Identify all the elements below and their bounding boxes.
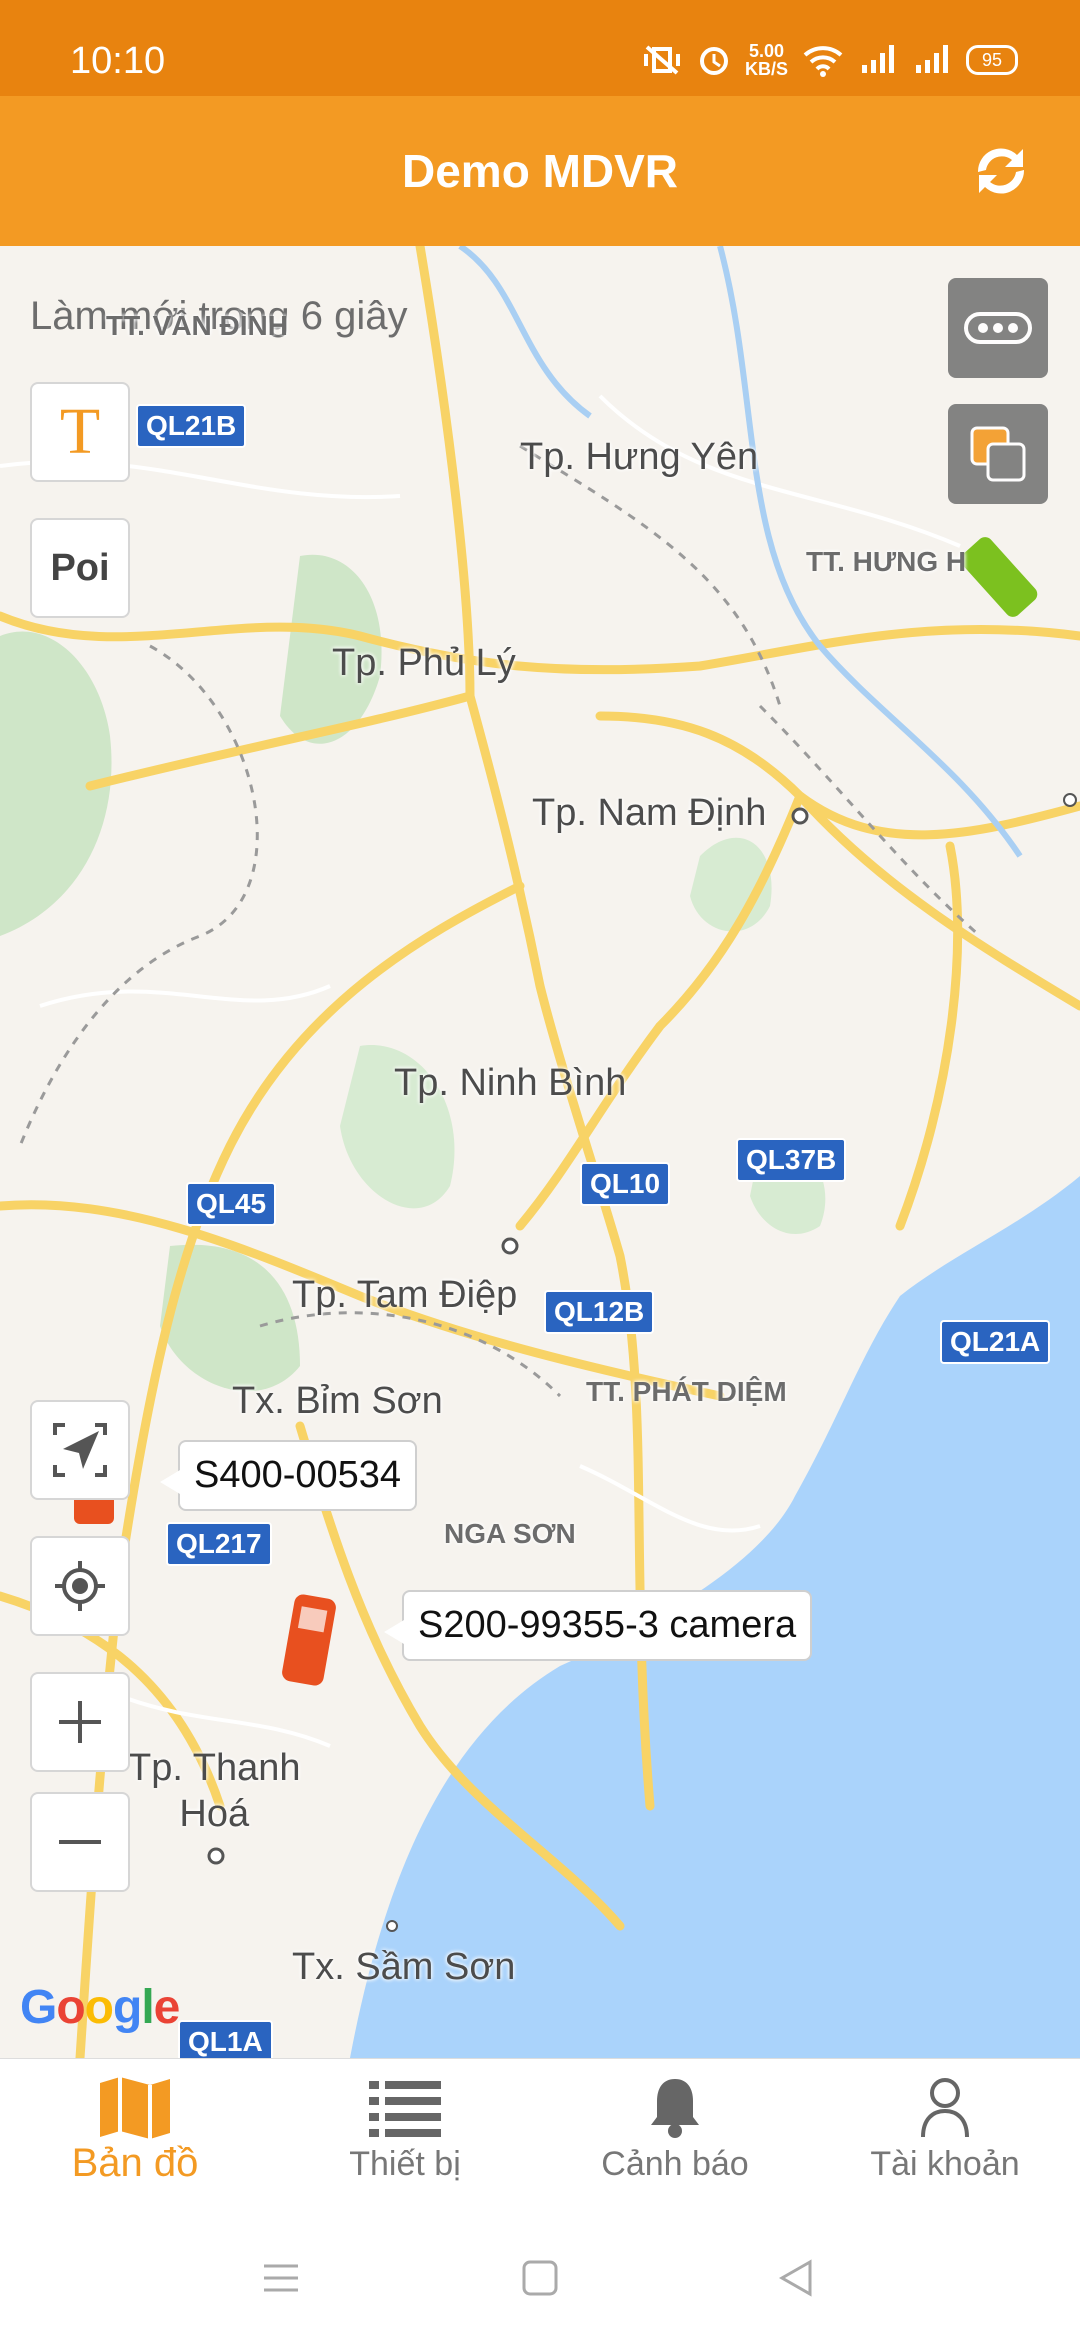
place-phat-diem: TT. PHÁT DIỆM xyxy=(586,1376,787,1407)
vehicle-label-s200[interactable]: S200-99355-3 camera xyxy=(383,1590,813,1661)
vehicle-label-s400[interactable]: S400-00534 xyxy=(159,1440,418,1511)
tab-devices[interactable]: Thiết bị xyxy=(270,2059,540,2209)
tab-account[interactable]: Tài khoản xyxy=(810,2059,1080,2209)
signal-icon xyxy=(862,45,894,73)
road-ql10: QL10 xyxy=(580,1162,671,1206)
my-location-button[interactable] xyxy=(30,1536,130,1636)
tab-account-label: Tài khoản xyxy=(870,2145,1020,2183)
navigation-icon xyxy=(53,1423,107,1477)
text-tool-label: T xyxy=(59,395,101,468)
minus-icon xyxy=(59,1840,101,1844)
road-ql21a: QL21A xyxy=(940,1320,1051,1364)
app-header: Demo MDVR xyxy=(0,96,1080,246)
home-icon[interactable] xyxy=(520,2258,560,2298)
place-bim-son: Tx. Bỉm Sơn xyxy=(232,1380,443,1422)
back-icon[interactable] xyxy=(776,2258,816,2298)
layers-button[interactable] xyxy=(948,404,1048,504)
more-icon xyxy=(964,312,1032,344)
place-hung-yen: Tp. Hưng Yên xyxy=(520,436,759,478)
list-icon xyxy=(369,2081,441,2137)
bell-icon xyxy=(651,2079,699,2138)
road-ql37b: QL37B xyxy=(736,1138,847,1182)
layers-icon xyxy=(970,426,1026,482)
poi-label: Poi xyxy=(50,546,110,589)
user-icon xyxy=(921,2078,969,2138)
bottom-navigation: Bản đồ Thiết bị Cảnh báo Tài khoản xyxy=(0,2058,1080,2209)
road-ql1a: QL1A xyxy=(178,2020,273,2058)
page-title: Demo MDVR xyxy=(401,145,679,197)
tab-alerts[interactable]: Cảnh báo xyxy=(540,2059,810,2209)
road-ql21b: QL21B xyxy=(136,404,247,448)
place-tam-diep: Tp. Tam Điệp xyxy=(292,1274,518,1316)
system-navigation-bar xyxy=(0,2208,1080,2340)
wifi-icon xyxy=(803,46,843,77)
status-bar: 10:10 5.00 KB/S 95 xyxy=(0,0,1080,96)
map-view[interactable]: Làm mới trong 6 giây TT. VÂN ĐÌNH Tp. Hư… xyxy=(0,246,1080,2058)
text-tool-button[interactable]: T xyxy=(30,382,130,482)
zoom-out-button[interactable] xyxy=(30,1792,130,1892)
map-icon xyxy=(100,2077,170,2139)
plus-icon xyxy=(59,1701,101,1743)
refresh-icon[interactable] xyxy=(964,134,1038,208)
tab-devices-label: Thiết bị xyxy=(349,2145,461,2183)
speed-unit: KB/S xyxy=(744,59,788,79)
tab-map[interactable]: Bản đồ xyxy=(0,2059,270,2209)
road-ql217: QL217 xyxy=(166,1522,272,1566)
place-nga-son: NGA SƠN xyxy=(444,1518,576,1549)
signal-icon-2 xyxy=(916,45,948,73)
speed-value: 5.00 xyxy=(748,41,785,61)
status-time: 10:10 xyxy=(70,40,166,82)
poi-button[interactable]: Poi xyxy=(30,518,130,618)
place-sam-son: Tx. Sầm Sơn xyxy=(292,1946,516,1988)
menu-icon[interactable] xyxy=(258,2260,304,2296)
vibrate-icon xyxy=(643,45,680,75)
more-button[interactable] xyxy=(948,278,1048,378)
place-thanh-hoa: Tp. Thanh Hoá xyxy=(128,1747,301,1835)
tab-map-label: Bản đồ xyxy=(71,2141,199,2185)
tab-alerts-label: Cảnh báo xyxy=(601,2145,749,2183)
google-logo: Google xyxy=(20,1981,180,2034)
network-speed: 5.00 KB/S xyxy=(745,42,788,78)
road-ql45: QL45 xyxy=(186,1182,277,1226)
place-hung-ha: TT. HƯNG H xyxy=(806,546,967,577)
target-icon xyxy=(55,1561,105,1611)
place-ninh-binh: Tp. Ninh Bình xyxy=(394,1062,627,1104)
place-nam-dinh: Tp. Nam Định xyxy=(532,792,767,834)
battery-level: 95 xyxy=(981,50,1003,70)
zoom-in-button[interactable] xyxy=(30,1672,130,1772)
place-van-dinh: TT. VÂN ĐÌNH xyxy=(106,310,288,341)
place-phu-ly: Tp. Phủ Lý xyxy=(332,642,516,684)
alarm-icon xyxy=(699,47,728,75)
road-ql12b: QL12B xyxy=(544,1290,655,1334)
battery-icon: 95 xyxy=(966,45,1018,75)
fit-view-button[interactable] xyxy=(30,1400,130,1500)
status-icons: 5.00 KB/S 95 xyxy=(641,38,1018,82)
